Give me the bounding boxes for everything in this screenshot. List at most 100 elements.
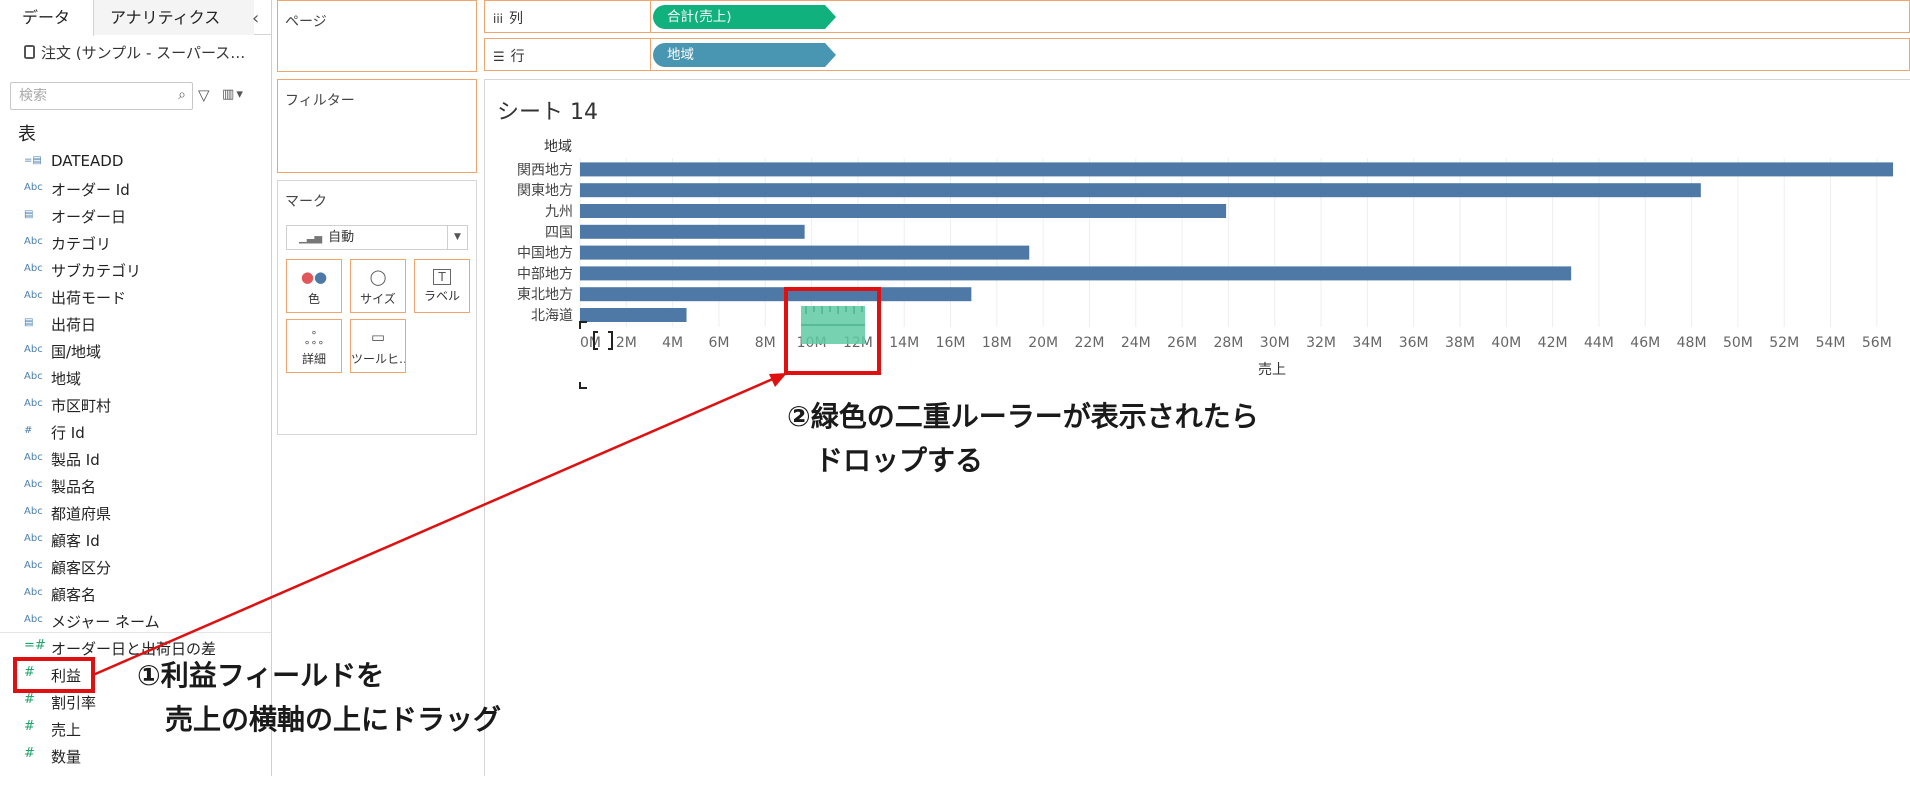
- color-dots-icon: ●●: [300, 268, 328, 286]
- shelf-separator: [650, 39, 651, 70]
- field-label: 顧客 Id: [51, 532, 100, 550]
- calendar-icon: ▤: [24, 209, 34, 220]
- filters-card[interactable]: フィルター: [277, 79, 477, 173]
- field-label: 出荷モード: [51, 289, 127, 307]
- mark-type-value: 自動: [328, 230, 355, 245]
- field-item[interactable]: Abc 都道府県: [0, 499, 271, 526]
- table-heading: 表: [18, 124, 36, 145]
- chevron-down-icon: ▼: [447, 226, 467, 249]
- shelf-separator: [650, 1, 651, 32]
- abc-icon: Abc: [24, 614, 43, 625]
- size-circles-icon: ◯: [369, 268, 387, 286]
- field-label: 地域: [51, 370, 82, 388]
- rows-shelf[interactable]: ☰ 行 地域: [484, 38, 1910, 71]
- abc-icon: Abc: [24, 263, 43, 274]
- field-item[interactable]: Abc 顧客 Id: [0, 526, 271, 553]
- abc-icon: Abc: [24, 560, 43, 571]
- label-button-label: ラベル: [423, 289, 460, 303]
- annotation-step-1-line1: ①利益フィールドを: [137, 659, 385, 692]
- database-icon: [24, 45, 35, 59]
- pages-card[interactable]: ページ: [277, 0, 477, 72]
- field-item[interactable]: =▤ DATEADD: [0, 148, 271, 175]
- field-item[interactable]: Abc サブカテゴリ: [0, 256, 271, 283]
- size-button[interactable]: ◯ サイズ: [350, 259, 406, 313]
- tooltip-button-label: ツールヒ…: [351, 352, 405, 366]
- filter-icon[interactable]: ▽: [198, 86, 210, 104]
- abc-icon: Abc: [24, 236, 43, 247]
- region-pill[interactable]: 地域: [653, 43, 836, 67]
- view-options-icon[interactable]: ▥ ▾: [222, 87, 243, 102]
- tab-data[interactable]: データ: [0, 0, 94, 36]
- field-item[interactable]: Abc オーダー Id: [0, 175, 271, 202]
- annotation-step-2-line2: ドロップする: [787, 444, 984, 477]
- detail-button[interactable]: ∘ ∘∘∘ 詳細: [286, 319, 342, 373]
- search-icon: ⌕: [178, 87, 186, 103]
- abc-icon: Abc: [24, 344, 43, 355]
- abc-icon: Abc: [24, 371, 43, 382]
- field-item[interactable]: Abc 市区町村: [0, 391, 271, 418]
- field-item[interactable]: Abc カテゴリ: [0, 229, 271, 256]
- abc-icon: Abc: [24, 398, 43, 409]
- detail-dots-icon: ∘ ∘∘∘: [303, 326, 325, 349]
- field-label: 顧客区分: [51, 559, 112, 577]
- marks-card-title: マーク: [285, 194, 327, 210]
- field-item[interactable]: # 数量: [0, 742, 271, 769]
- field-label: 製品 Id: [51, 451, 100, 469]
- field-item[interactable]: ▤ 出荷日: [0, 310, 271, 337]
- field-item[interactable]: Abc 製品名: [0, 472, 271, 499]
- number-icon: #: [24, 719, 35, 734]
- abc-icon: Abc: [24, 587, 43, 598]
- field-item[interactable]: Abc 顧客区分: [0, 553, 271, 580]
- field-label: 売上: [51, 721, 82, 739]
- collapse-pane-icon[interactable]: ‹: [252, 8, 259, 29]
- field-item[interactable]: Abc 顧客名: [0, 580, 271, 607]
- field-item[interactable]: Abc 出荷モード: [0, 283, 271, 310]
- field-item[interactable]: Abc 国/地域: [0, 337, 271, 364]
- field-label: 国/地域: [51, 343, 102, 361]
- field-label: 行 Id: [51, 424, 85, 442]
- datasource-name: 注文 (サンプル - スーパース…: [41, 44, 246, 62]
- number-icon: #: [24, 665, 35, 680]
- abc-icon: Abc: [24, 506, 43, 517]
- label-button[interactable]: T ラベル: [414, 259, 470, 313]
- search-input[interactable]: [19, 84, 169, 108]
- search-box[interactable]: ⌕: [10, 82, 193, 110]
- field-label: 顧客名: [51, 586, 97, 604]
- field-label: 都道府県: [51, 505, 112, 523]
- mark-type-dropdown[interactable]: ▁▃▅ 自動 ▼: [286, 225, 468, 250]
- datasource-item[interactable]: 注文 (サンプル - スーパース…: [24, 42, 245, 63]
- number-icon: #: [24, 746, 35, 761]
- field-item[interactable]: Abc メジャー ネーム: [0, 607, 271, 634]
- field-label: DATEADD: [51, 152, 124, 170]
- dimension-measure-divider: [0, 632, 271, 633]
- color-button[interactable]: ●● 色: [286, 259, 342, 313]
- tab-analytics[interactable]: アナリティクス: [94, 0, 254, 35]
- filters-card-title: フィルター: [285, 93, 355, 109]
- columns-shelf[interactable]: iii 列 合計(売上): [484, 0, 1910, 33]
- abc-icon: Abc: [24, 452, 43, 463]
- speech-bubble-icon: ▭: [370, 328, 386, 346]
- columns-shelf-label-wrap: iii 列: [493, 8, 523, 28]
- field-label: オーダー Id: [51, 181, 130, 199]
- annotation-step-2: ②緑色の二重ルーラーが表示されたら ドロップする: [787, 395, 1259, 483]
- field-item[interactable]: ▤ オーダー日: [0, 202, 271, 229]
- detail-button-label: 詳細: [301, 352, 326, 366]
- abc-icon: Abc: [24, 533, 43, 544]
- field-label: 市区町村: [51, 397, 112, 415]
- field-item[interactable]: Abc 地域: [0, 364, 271, 391]
- number-icon: #: [24, 425, 33, 436]
- field-label: メジャー ネーム: [51, 613, 160, 631]
- field-label: 利益: [51, 667, 82, 685]
- pages-card-title: ページ: [285, 14, 327, 30]
- tooltip-button[interactable]: ▭ ツールヒ…: [350, 319, 406, 373]
- field-item[interactable]: # 行 Id: [0, 418, 271, 445]
- annotation-step-1: ①利益フィールドを 売上の横軸の上にドラッグ: [137, 654, 501, 742]
- sales-sum-pill[interactable]: 合計(売上): [653, 5, 836, 29]
- calculated-number-icon: =#: [24, 638, 46, 653]
- field-label: 割引率: [51, 694, 97, 712]
- bar-chart-icon: ▁▃▅: [299, 233, 323, 244]
- field-item[interactable]: Abc 製品 Id: [0, 445, 271, 472]
- rows-icon: ☰: [493, 50, 505, 65]
- abc-icon: Abc: [24, 290, 43, 301]
- text-label-icon: T: [433, 269, 451, 285]
